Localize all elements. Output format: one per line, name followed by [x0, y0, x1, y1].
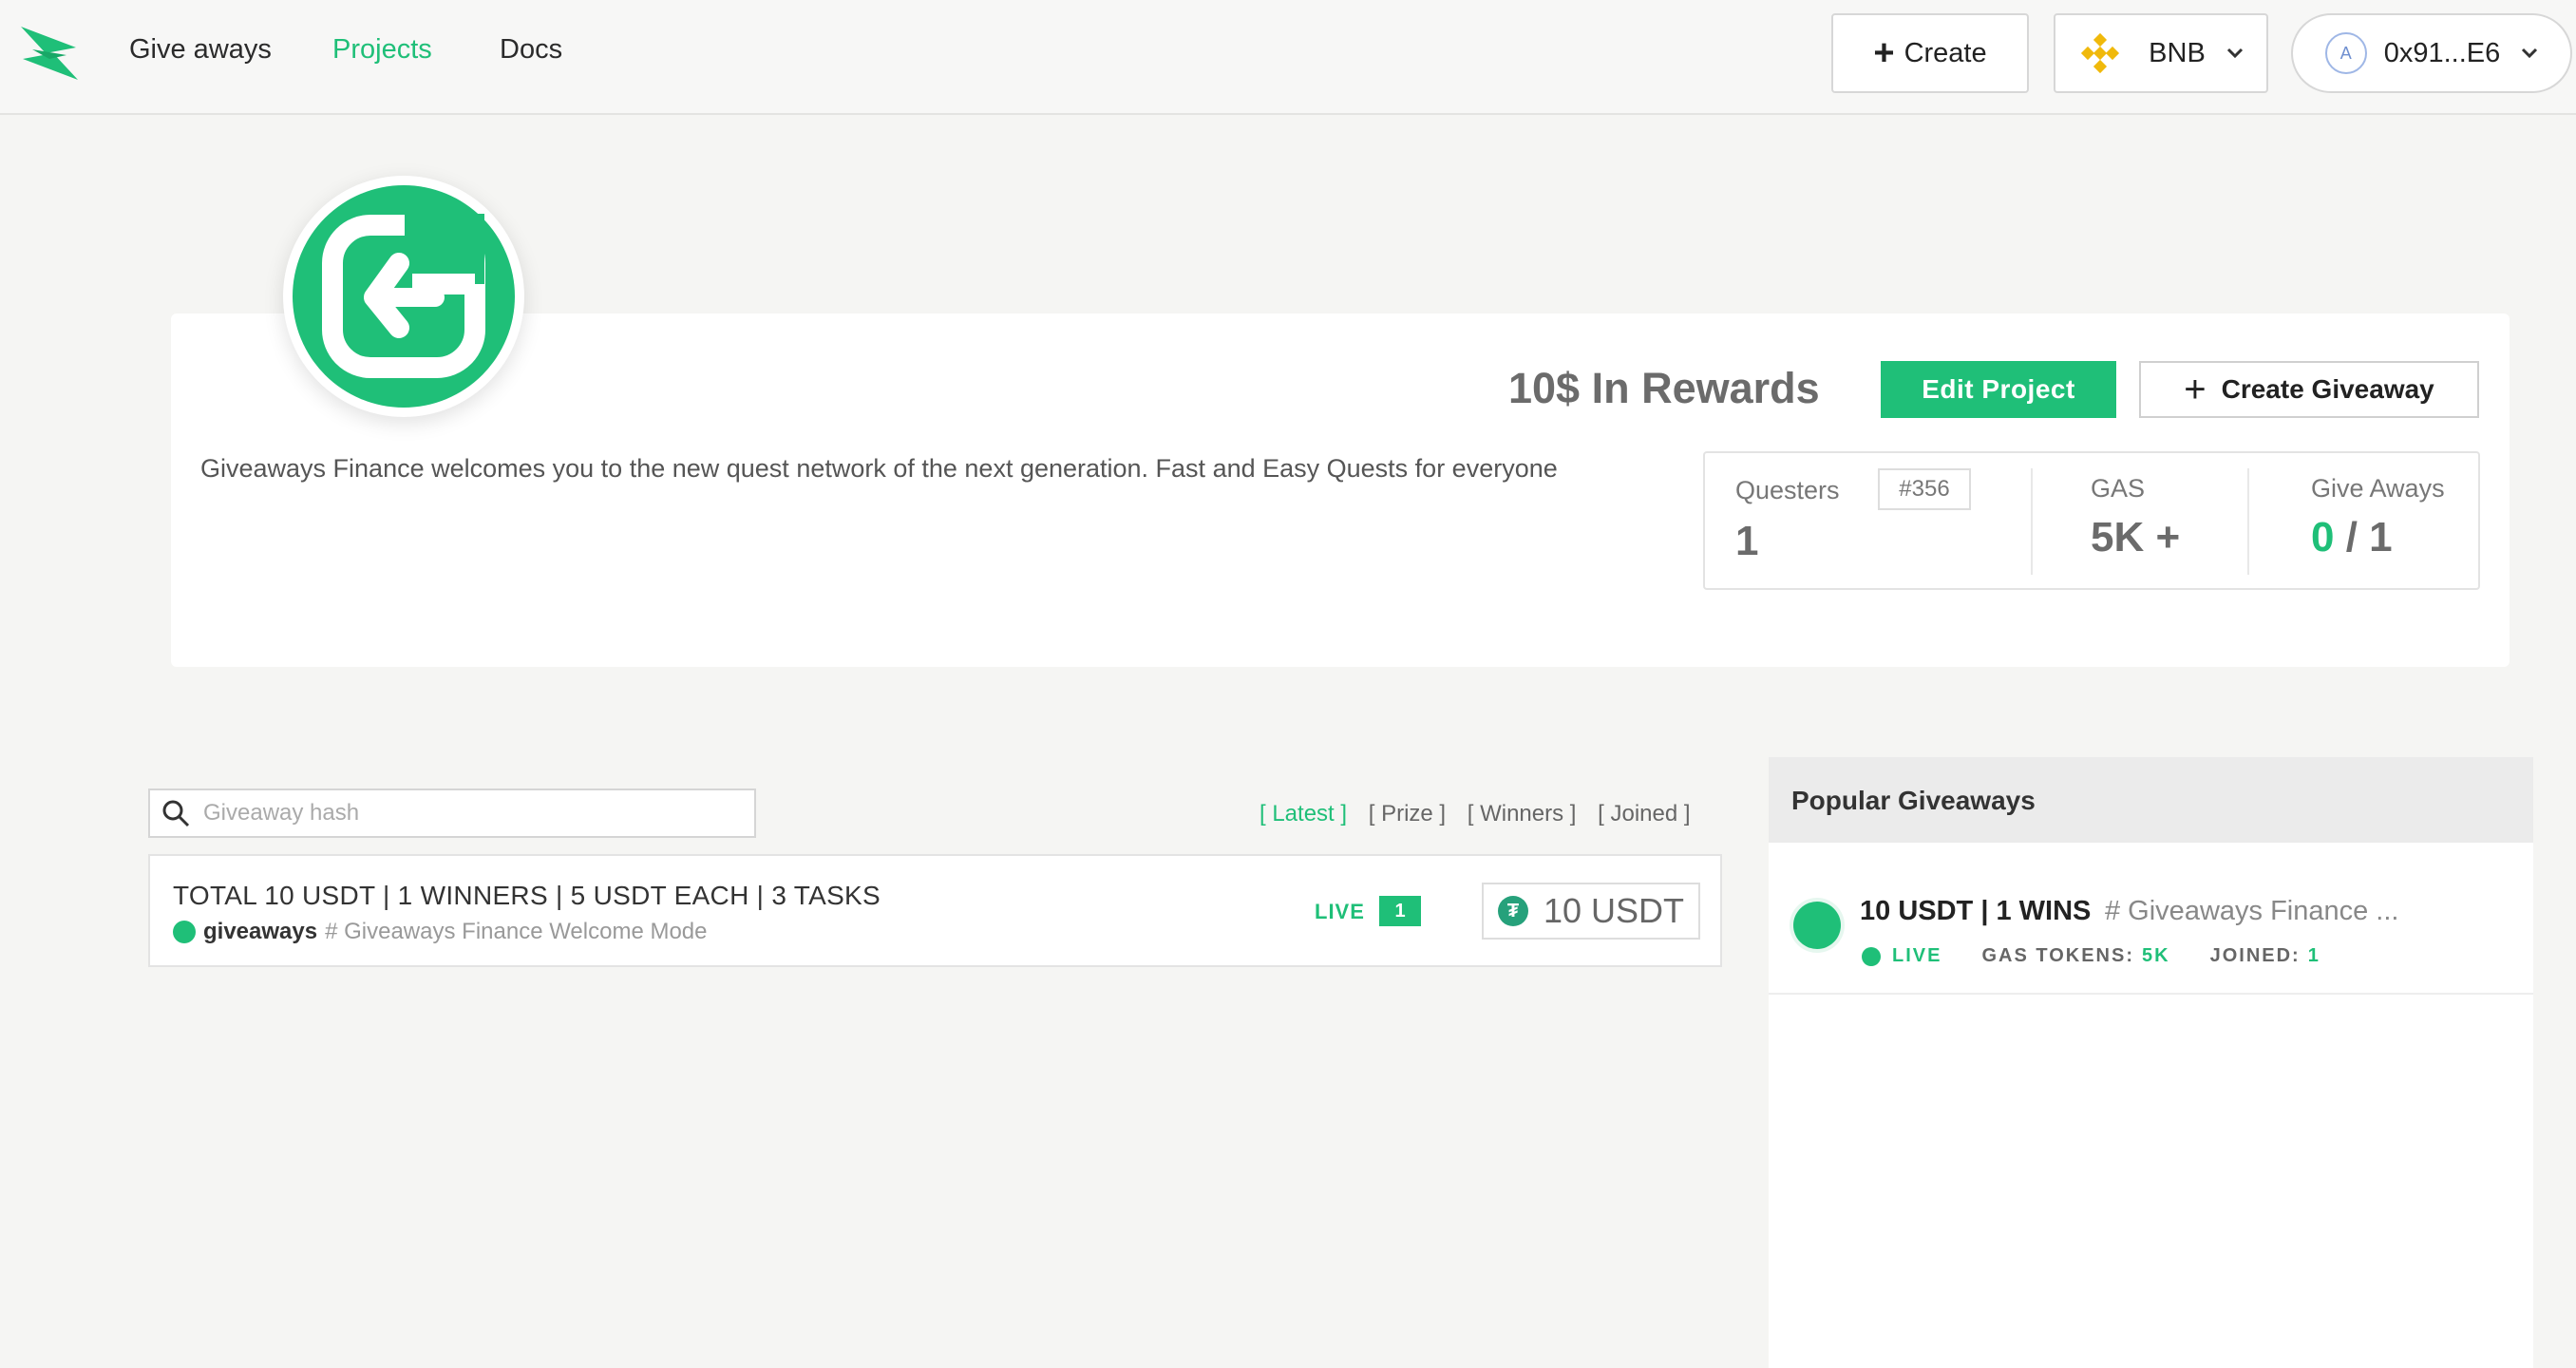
live-dot-icon — [1862, 946, 1881, 966]
tether-icon: ₮ — [1497, 896, 1528, 926]
giveaways-total: 1 — [2369, 514, 2393, 560]
stat-divider — [2031, 468, 2033, 575]
giveaway-search[interactable] — [148, 788, 756, 838]
status-badge: LIVE — [1315, 900, 1365, 923]
popular-title: Popular Giveaways — [1791, 786, 2036, 815]
account-address: 0x91...E6 — [2383, 37, 2501, 68]
popular-item-meta: LIVE GAS TOKENS: 5K JOINED: 1 — [1862, 945, 2360, 967]
nav-link-giveaways[interactable]: Give aways — [129, 34, 272, 66]
network-label: BNB — [2149, 37, 2206, 68]
giveaway-hash: # Giveaways Finance Welcome Mode — [325, 919, 708, 944]
gas-value: 5K + — [2091, 514, 2181, 560]
popular-item[interactable]: 10 USDT | 1 WINS # Giveaways Finance ...… — [1769, 843, 2533, 995]
popular-item-hash: # Giveaways Finance ... — [2105, 896, 2399, 926]
filter-winners[interactable]: [ Winners ] — [1468, 801, 1577, 826]
edit-project-button[interactable]: Edit Project — [1881, 361, 2116, 418]
giveaways-value: 0 / 1 — [2311, 514, 2393, 560]
filter-prize[interactable]: [ Prize ] — [1369, 801, 1446, 826]
search-input[interactable] — [203, 800, 754, 826]
app-logo-icon[interactable] — [21, 27, 78, 80]
project-description: Giveaways Finance welcomes you to the ne… — [200, 454, 1558, 483]
prize-amount: 10 USDT — [1543, 891, 1685, 930]
popular-header: Popular Giveaways — [1769, 757, 2533, 843]
account-button[interactable]: A 0x91...E6 — [2291, 13, 2572, 93]
gas-label: GAS — [2091, 474, 2146, 503]
questers-value: 1 — [1735, 518, 1759, 564]
popular-giveaways-panel: Popular Giveaways 10 USDT | 1 WINS # Giv… — [1769, 757, 2533, 1368]
search-icon — [162, 800, 190, 827]
giveaways-logo-icon — [322, 214, 485, 378]
create-button[interactable]: + Create — [1831, 13, 2029, 93]
giveaways-label: Give Aways — [2311, 474, 2445, 503]
questers-badge: #356 — [1878, 468, 1971, 510]
gas-tokens-value: 5K — [2142, 945, 2170, 966]
joined-value: 1 — [2307, 945, 2320, 966]
rewards-total: 10$ In Rewards — [1508, 364, 1820, 412]
create-button-label: Create — [1904, 37, 1987, 68]
project-stats: Questers #356 1 GAS 5K + Give Aways 0 / … — [1703, 451, 2480, 590]
create-giveaway-label: Create Giveaway — [2221, 374, 2434, 404]
gas-tokens-label: GAS TOKENS: — [1981, 945, 2134, 966]
nav-link-projects[interactable]: Projects — [332, 34, 432, 66]
live-count-badge: 1 — [1379, 896, 1421, 926]
filter-joined[interactable]: [ Joined ] — [1598, 801, 1690, 826]
giveaway-subtitle: giveaways # Giveaways Finance Welcome Mo… — [173, 919, 708, 945]
giveaways-logo-icon — [173, 921, 196, 943]
popular-item-status: LIVE — [1892, 945, 1942, 966]
plus-icon: + — [1873, 33, 1895, 73]
filter-latest[interactable]: [ Latest ] — [1260, 801, 1347, 826]
project-avatar — [283, 176, 524, 417]
giveaways-done: 0 — [2311, 514, 2335, 560]
nav-link-docs[interactable]: Docs — [500, 34, 562, 66]
giveaway-title: TOTAL 10 USDT | 1 WINNERS | 5 USDT EACH … — [173, 881, 881, 910]
popular-item-title: 10 USDT | 1 WINS — [1860, 896, 2092, 926]
chevron-down-icon — [2522, 48, 2538, 59]
chevron-down-icon — [2226, 48, 2243, 59]
giveaways-logo-icon — [1793, 902, 1841, 949]
plus-icon: + — [2184, 369, 2207, 410]
create-giveaway-button[interactable]: + Create Giveaway — [2139, 361, 2479, 418]
sort-filters: [ Latest ] [ Prize ] [ Winners ] [ Joine… — [1260, 801, 1706, 827]
giveaway-list-item[interactable]: TOTAL 10 USDT | 1 WINNERS | 5 USDT EACH … — [148, 854, 1722, 967]
network-selector[interactable]: BNB — [2054, 13, 2268, 93]
stat-divider — [2247, 468, 2249, 575]
giveaway-owner[interactable]: giveaways — [203, 919, 317, 945]
project-logo — [293, 185, 515, 408]
edit-project-label: Edit Project — [1922, 374, 2075, 404]
prize-box: ₮ 10 USDT — [1482, 883, 1700, 940]
top-nav: Give aways Projects Docs + Create BNB A … — [0, 0, 2576, 115]
avatar: A — [2324, 32, 2367, 74]
questers-label: Questers — [1735, 476, 1840, 504]
joined-label: JOINED: — [2209, 945, 2301, 966]
bnb-icon — [2081, 32, 2120, 74]
